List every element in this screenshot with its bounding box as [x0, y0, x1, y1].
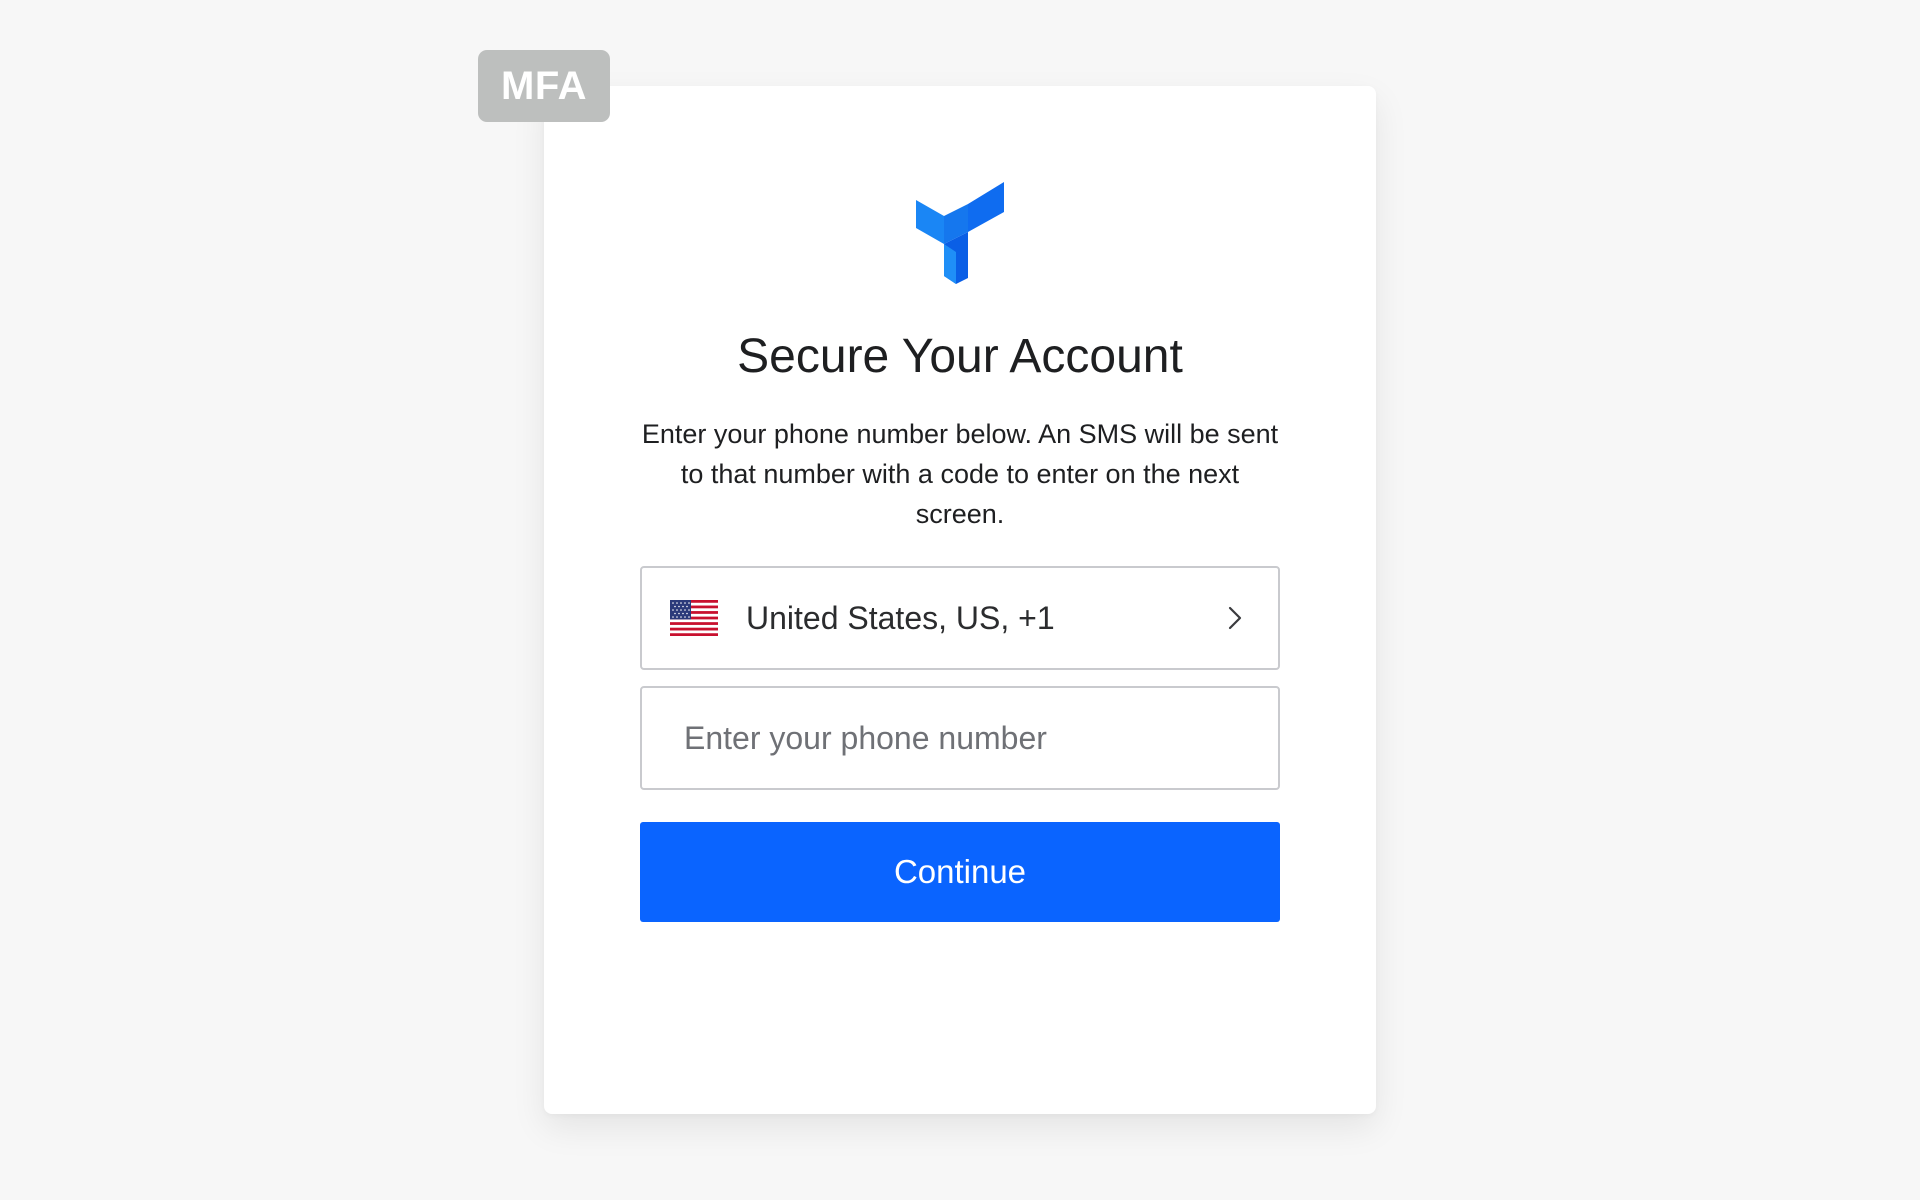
chevron-right-icon [1228, 606, 1242, 630]
brand-logo-icon [916, 182, 1004, 284]
page-title: Secure Your Account [737, 330, 1183, 383]
mfa-badge: MFA [478, 50, 610, 122]
country-selector-label: United States, US, +1 [746, 600, 1055, 636]
instructions-text: Enter your phone number below. An SMS wi… [641, 419, 1279, 529]
continue-button[interactable]: Continue [640, 822, 1280, 922]
us-flag-icon [670, 600, 718, 636]
phone-number-input[interactable] [640, 686, 1280, 790]
country-selector[interactable]: United States, US, +1 [640, 566, 1280, 670]
